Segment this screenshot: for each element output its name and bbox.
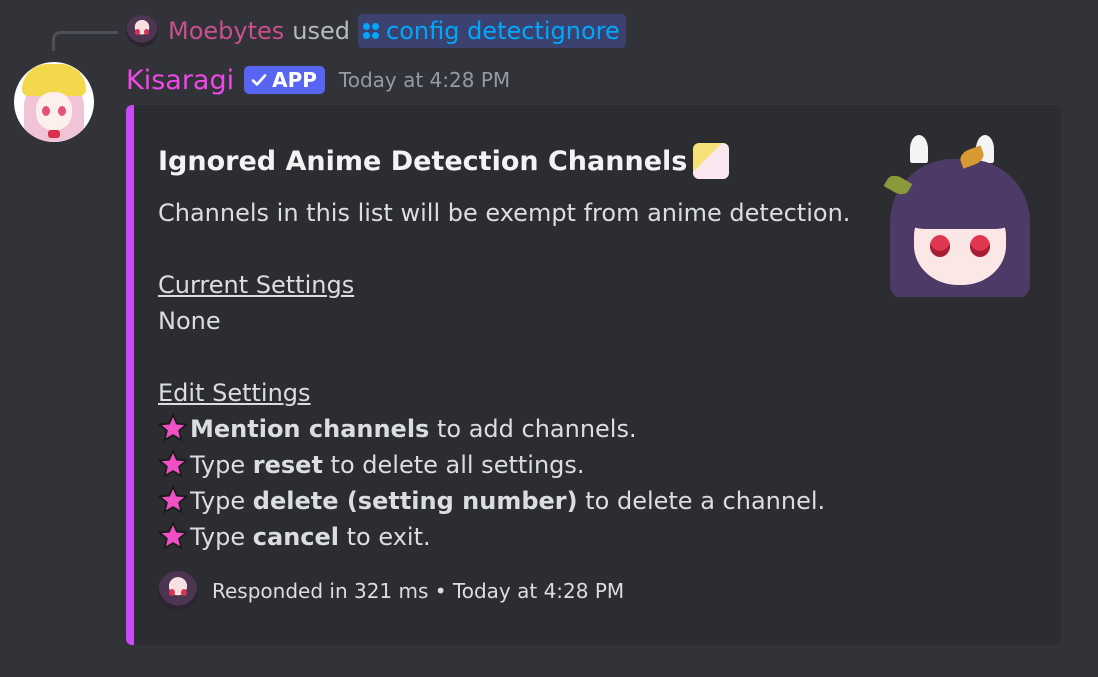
moebytes-avatar[interactable] <box>126 15 158 47</box>
slash-command-icon <box>362 22 380 40</box>
interaction-username[interactable]: Moebytes <box>168 17 284 45</box>
footer-avatar <box>158 571 198 611</box>
reply-connector-line <box>52 31 118 51</box>
kisaragi-avatar[interactable] <box>14 62 94 142</box>
embed-footer: Responded in 321 ms • Today at 4:28 PM <box>158 571 624 611</box>
checkmark-icon <box>251 74 267 86</box>
pink-star-icon <box>158 413 188 442</box>
pink-star-icon <box>158 449 188 478</box>
pink-star-icon <box>158 521 188 550</box>
interaction-row: Moebytes used config detectignore <box>168 14 626 48</box>
command-mention[interactable]: config detectignore <box>358 14 626 48</box>
instruction-item: Type reset to delete all settings. <box>158 447 850 483</box>
author-username[interactable]: Kisaragi <box>126 65 234 96</box>
embed-title-text: Ignored Anime Detection Channels <box>158 145 688 177</box>
interaction-used-text: used <box>292 17 350 45</box>
instruction-item: Type delete (setting number) to delete a… <box>158 483 850 519</box>
footer-text: Responded in 321 ms • Today at 4:28 PM <box>212 579 625 603</box>
current-settings-value: None <box>158 307 221 335</box>
embed-thumbnail[interactable] <box>884 135 1036 297</box>
description-text: Channels in this list will be exempt fro… <box>158 199 851 227</box>
instruction-item: Mention channels to add channels. <box>158 411 850 447</box>
anime-girl-emoji-icon <box>693 143 730 179</box>
instruction-item: Type cancel to exit. <box>158 519 850 555</box>
app-badge: APP <box>244 66 325 94</box>
pink-star-icon <box>158 485 188 514</box>
app-badge-label: APP <box>272 68 317 92</box>
embed-title: Ignored Anime Detection Channels <box>158 143 730 179</box>
edit-settings-heading: Edit Settings <box>158 379 311 407</box>
message-timestamp[interactable]: Today at 4:28 PM <box>339 68 510 92</box>
embed-description: Channels in this list will be exempt fro… <box>158 195 850 555</box>
command-name: config detectignore <box>386 17 620 45</box>
embed-card: Ignored Anime Detection Channels Channel… <box>126 105 1061 645</box>
message-header: Kisaragi APP Today at 4:28 PM <box>126 62 510 98</box>
current-settings-heading: Current Settings <box>158 271 355 299</box>
